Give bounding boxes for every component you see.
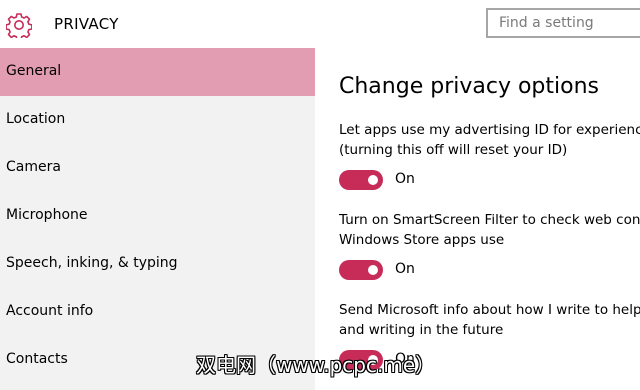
sidebar-item-general[interactable]: General bbox=[0, 48, 315, 96]
search-box[interactable] bbox=[486, 8, 640, 38]
setting-text-line: (turning this off will reset your ID) bbox=[339, 142, 568, 158]
setting-text-line: Windows Store apps use bbox=[339, 232, 505, 248]
sidebar-item-label: General bbox=[6, 63, 62, 79]
smartscreen-state: On bbox=[395, 261, 415, 277]
toggle-knob bbox=[368, 265, 378, 275]
setting-text-line: and writing in the future bbox=[339, 322, 504, 338]
header: PRIVACY bbox=[0, 0, 640, 48]
watermark-text: 双电网（www.pcpc.me） bbox=[196, 353, 436, 377]
sidebar-item-label: Camera bbox=[6, 159, 61, 175]
writing-info-description: Send Microsoft info about how I write to… bbox=[339, 300, 640, 340]
smartscreen-description: Turn on SmartScreen Filter to check web … bbox=[339, 210, 640, 250]
sidebar-item-label: Account info bbox=[6, 303, 94, 319]
sidebar-item-label: Location bbox=[6, 111, 66, 127]
main-content: Change privacy options Let apps use my a… bbox=[315, 48, 640, 390]
setting-text-line: Send Microsoft info about how I write to… bbox=[339, 302, 640, 318]
setting-text-line: Turn on SmartScreen Filter to check web … bbox=[339, 212, 640, 228]
smartscreen-toggle[interactable] bbox=[339, 260, 383, 280]
page-title: PRIVACY bbox=[54, 15, 119, 33]
sidebar-item-microphone[interactable]: Microphone bbox=[0, 192, 315, 240]
section-title: Change privacy options bbox=[339, 74, 599, 99]
sidebar: General Location Camera Microphone Speec… bbox=[0, 48, 315, 390]
sidebar-item-location[interactable]: Location bbox=[0, 96, 315, 144]
setting-text-line: Let apps use my advertising ID for exper… bbox=[339, 122, 640, 138]
sidebar-item-account-info[interactable]: Account info bbox=[0, 288, 315, 336]
toggle-knob bbox=[368, 175, 378, 185]
sidebar-item-label: Microphone bbox=[6, 207, 88, 223]
advertising-id-state: On bbox=[395, 171, 415, 187]
sidebar-item-label: Speech, inking, & typing bbox=[6, 255, 178, 271]
gear-icon[interactable] bbox=[5, 12, 33, 41]
advertising-id-description: Let apps use my advertising ID for exper… bbox=[339, 120, 640, 160]
sidebar-item-label: Contacts bbox=[6, 351, 68, 367]
advertising-id-toggle[interactable] bbox=[339, 170, 383, 190]
sidebar-item-camera[interactable]: Camera bbox=[0, 144, 315, 192]
sidebar-item-speech-inking-typing[interactable]: Speech, inking, & typing bbox=[0, 240, 315, 288]
search-input[interactable] bbox=[488, 10, 640, 36]
